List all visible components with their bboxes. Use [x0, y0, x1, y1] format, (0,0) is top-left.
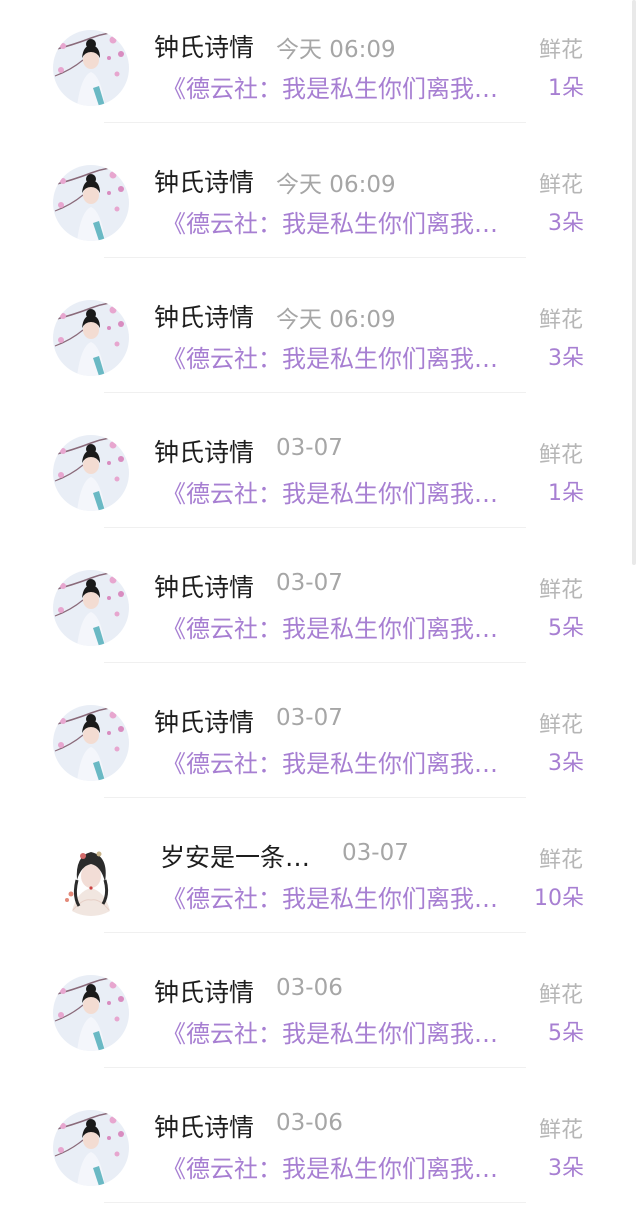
flower-count: 5朵: [548, 616, 584, 641]
timestamp: 今天 06:09: [276, 37, 396, 63]
sender-name: 钟氏诗情: [154, 1113, 255, 1142]
flower-label: 鲜花: [538, 983, 583, 1008]
divider: [104, 662, 526, 663]
divider: [104, 1067, 526, 1068]
flower-count: 1朵: [548, 481, 584, 506]
flower-label: 鲜花: [538, 713, 583, 738]
list-item[interactable]: 钟氏诗情 03-06 《德云社：我是私生你们离我… 鲜花 3朵: [0, 1080, 630, 1215]
plum-blossom-girl-avatar: [53, 570, 129, 646]
plum-blossom-girl-avatar: [53, 30, 129, 106]
message-preview: 《德云社：我是私生你们离我…: [162, 1155, 498, 1183]
flower-count: 10朵: [534, 886, 584, 911]
message-preview: 《德云社：我是私生你们离我…: [162, 210, 498, 238]
timestamp: 03-07: [276, 570, 343, 596]
avatar[interactable]: [53, 975, 129, 1051]
plum-blossom-girl-avatar: [53, 1110, 129, 1186]
plum-blossom-girl-avatar: [53, 435, 129, 511]
plum-blossom-girl-avatar: [53, 975, 129, 1051]
divider: [104, 392, 526, 393]
message-preview: 《德云社：我是私生你们离我…: [162, 615, 498, 643]
sender-name: 钟氏诗情: [154, 573, 255, 602]
avatar[interactable]: [53, 1110, 129, 1186]
flower-label: 鲜花: [538, 38, 583, 63]
divider: [104, 797, 526, 798]
sender-name: 钟氏诗情: [154, 978, 255, 1007]
plum-blossom-girl-avatar: [53, 300, 129, 376]
sender-name: 钟氏诗情: [154, 708, 255, 737]
message-preview: 《德云社：我是私生你们离我…: [162, 750, 498, 778]
message-preview: 《德云社：我是私生你们离我…: [162, 480, 498, 508]
timestamp: 今天 06:09: [276, 172, 396, 198]
list-item[interactable]: 钟氏诗情 03-07 《德云社：我是私生你们离我… 鲜花 1朵: [0, 405, 630, 540]
list-item[interactable]: 钟氏诗情 今天 06:09 《德云社：我是私生你们离我… 鲜花 1朵: [0, 0, 630, 135]
avatar[interactable]: [53, 435, 129, 511]
list-item[interactable]: 钟氏诗情 03-07 《德云社：我是私生你们离我… 鲜花 3朵: [0, 675, 630, 810]
plum-blossom-girl-avatar: [53, 165, 129, 241]
list-item[interactable]: 钟氏诗情 今天 06:09 《德云社：我是私生你们离我… 鲜花 3朵: [0, 270, 630, 405]
flower-count: 3朵: [548, 751, 584, 776]
list-item[interactable]: 钟氏诗情 03-06 《德云社：我是私生你们离我… 鲜花 5朵: [0, 945, 630, 1080]
divider: [104, 1202, 526, 1203]
sender-name: 钟氏诗情: [154, 168, 255, 197]
flower-count: 3朵: [548, 346, 584, 371]
divider: [104, 527, 526, 528]
avatar[interactable]: [53, 705, 129, 781]
flower-count: 3朵: [548, 1156, 584, 1181]
message-preview: 《德云社：我是私生你们离我…: [162, 345, 498, 373]
list-item[interactable]: 钟氏诗情 今天 06:09 《德云社：我是私生你们离我… 鲜花 3朵: [0, 135, 630, 270]
timestamp: 03-06: [276, 1110, 343, 1136]
flower-count: 5朵: [548, 1021, 584, 1046]
avatar[interactable]: [53, 30, 129, 106]
divider: [104, 932, 526, 933]
timestamp: 03-07: [276, 435, 343, 461]
sender-name: 岁安是一条…: [160, 843, 311, 872]
timestamp: 今天 06:09: [276, 307, 396, 333]
list-item[interactable]: 岁安是一条… 03-07 《德云社：我是私生你们离我… 鲜花 10朵: [0, 810, 630, 945]
sender-name: 钟氏诗情: [154, 33, 255, 62]
flower-label: 鲜花: [538, 578, 583, 603]
ancient-costume-lady-avatar: [53, 840, 129, 916]
divider: [104, 257, 526, 258]
flower-label: 鲜花: [538, 848, 583, 873]
divider: [104, 122, 526, 123]
flower-label: 鲜花: [538, 443, 583, 468]
avatar[interactable]: [53, 570, 129, 646]
timestamp: 03-07: [276, 705, 343, 731]
message-preview: 《德云社：我是私生你们离我…: [162, 75, 498, 103]
avatar[interactable]: [53, 300, 129, 376]
flower-label: 鲜花: [538, 308, 583, 333]
message-preview: 《德云社：我是私生你们离我…: [162, 1020, 498, 1048]
flower-count: 1朵: [548, 76, 584, 101]
sender-name: 钟氏诗情: [154, 438, 255, 467]
flower-count: 3朵: [548, 211, 584, 236]
list-item[interactable]: 钟氏诗情 03-07 《德云社：我是私生你们离我… 鲜花 5朵: [0, 540, 630, 675]
avatar[interactable]: [53, 840, 129, 916]
sender-name: 钟氏诗情: [154, 303, 255, 332]
message-preview: 《德云社：我是私生你们离我…: [162, 885, 498, 913]
timestamp: 03-06: [276, 975, 343, 1001]
timestamp: 03-07: [342, 840, 409, 866]
plum-blossom-girl-avatar: [53, 705, 129, 781]
avatar[interactable]: [53, 165, 129, 241]
scrollbar[interactable]: [632, 0, 636, 565]
flower-label: 鲜花: [538, 1118, 583, 1143]
flower-label: 鲜花: [538, 173, 583, 198]
